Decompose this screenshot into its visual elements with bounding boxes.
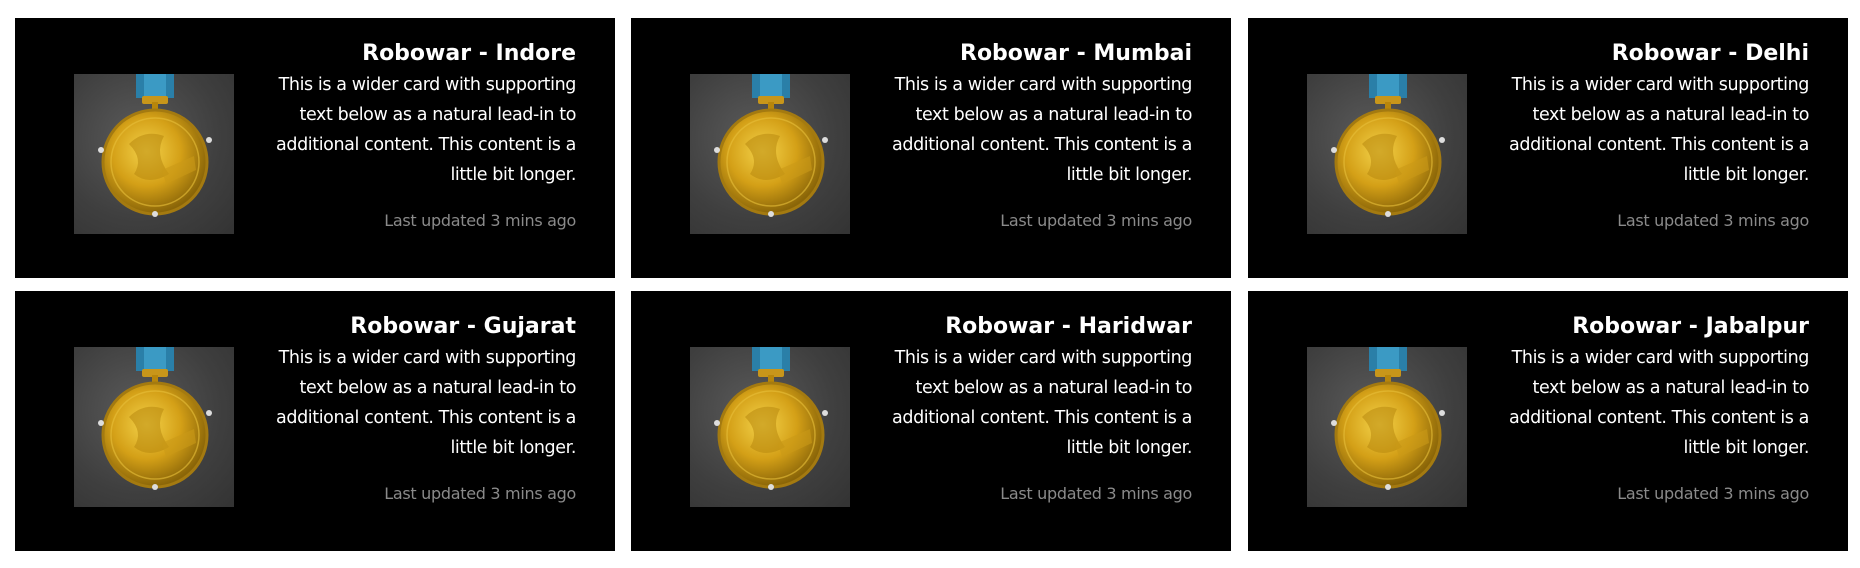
event-card-delhi[interactable]: Robowar - Delhi This is a wider card wit…: [1248, 18, 1848, 278]
card-text: This is a wider card with supporting tex…: [892, 348, 1192, 458]
gold-medal-icon: [1307, 74, 1467, 234]
gold-medal-icon: [690, 74, 850, 234]
card-text: This is a wider card with supporting tex…: [276, 75, 576, 185]
card-body: Robowar - Mumbai This is a wider card wi…: [862, 40, 1192, 231]
event-card-indore[interactable]: Robowar - Indore This is a wider card wi…: [15, 18, 615, 278]
event-card-jabalpur[interactable]: Robowar - Jabalpur This is a wider card …: [1248, 291, 1848, 551]
gold-medal-icon: [690, 347, 850, 507]
event-card-haridwar[interactable]: Robowar - Haridwar This is a wider card …: [631, 291, 1231, 551]
card-body: Robowar - Gujarat This is a wider card w…: [246, 313, 576, 504]
gold-medal-icon: [74, 74, 234, 234]
card-text: This is a wider card with supporting tex…: [276, 348, 576, 458]
last-updated-text: Last updated 3 mins ago: [1617, 211, 1809, 230]
last-updated-text: Last updated 3 mins ago: [1000, 484, 1192, 503]
card-title: Robowar - Haridwar: [945, 314, 1192, 339]
last-updated-text: Last updated 3 mins ago: [1000, 211, 1192, 230]
card-body: Robowar - Delhi This is a wider card wit…: [1479, 40, 1809, 231]
card-title: Robowar - Jabalpur: [1572, 314, 1809, 339]
last-updated-text: Last updated 3 mins ago: [384, 484, 576, 503]
last-updated-text: Last updated 3 mins ago: [1617, 484, 1809, 503]
card-body: Robowar - Haridwar This is a wider card …: [862, 313, 1192, 504]
card-title: Robowar - Mumbai: [960, 41, 1192, 66]
event-card-gujarat[interactable]: Robowar - Gujarat This is a wider card w…: [15, 291, 615, 551]
gold-medal-icon: [74, 347, 234, 507]
card-title: Robowar - Gujarat: [350, 314, 576, 339]
card-text: This is a wider card with supporting tex…: [1509, 75, 1809, 185]
card-title: Robowar - Indore: [362, 41, 576, 66]
gold-medal-icon: [1307, 347, 1467, 507]
card-grid: Robowar - Indore This is a wider card wi…: [0, 0, 1860, 568]
card-text: This is a wider card with supporting tex…: [1509, 348, 1809, 458]
last-updated-text: Last updated 3 mins ago: [384, 211, 576, 230]
card-text: This is a wider card with supporting tex…: [892, 75, 1192, 185]
card-title: Robowar - Delhi: [1611, 41, 1809, 66]
event-card-mumbai[interactable]: Robowar - Mumbai This is a wider card wi…: [631, 18, 1231, 278]
card-body: Robowar - Jabalpur This is a wider card …: [1479, 313, 1809, 504]
card-body: Robowar - Indore This is a wider card wi…: [246, 40, 576, 231]
